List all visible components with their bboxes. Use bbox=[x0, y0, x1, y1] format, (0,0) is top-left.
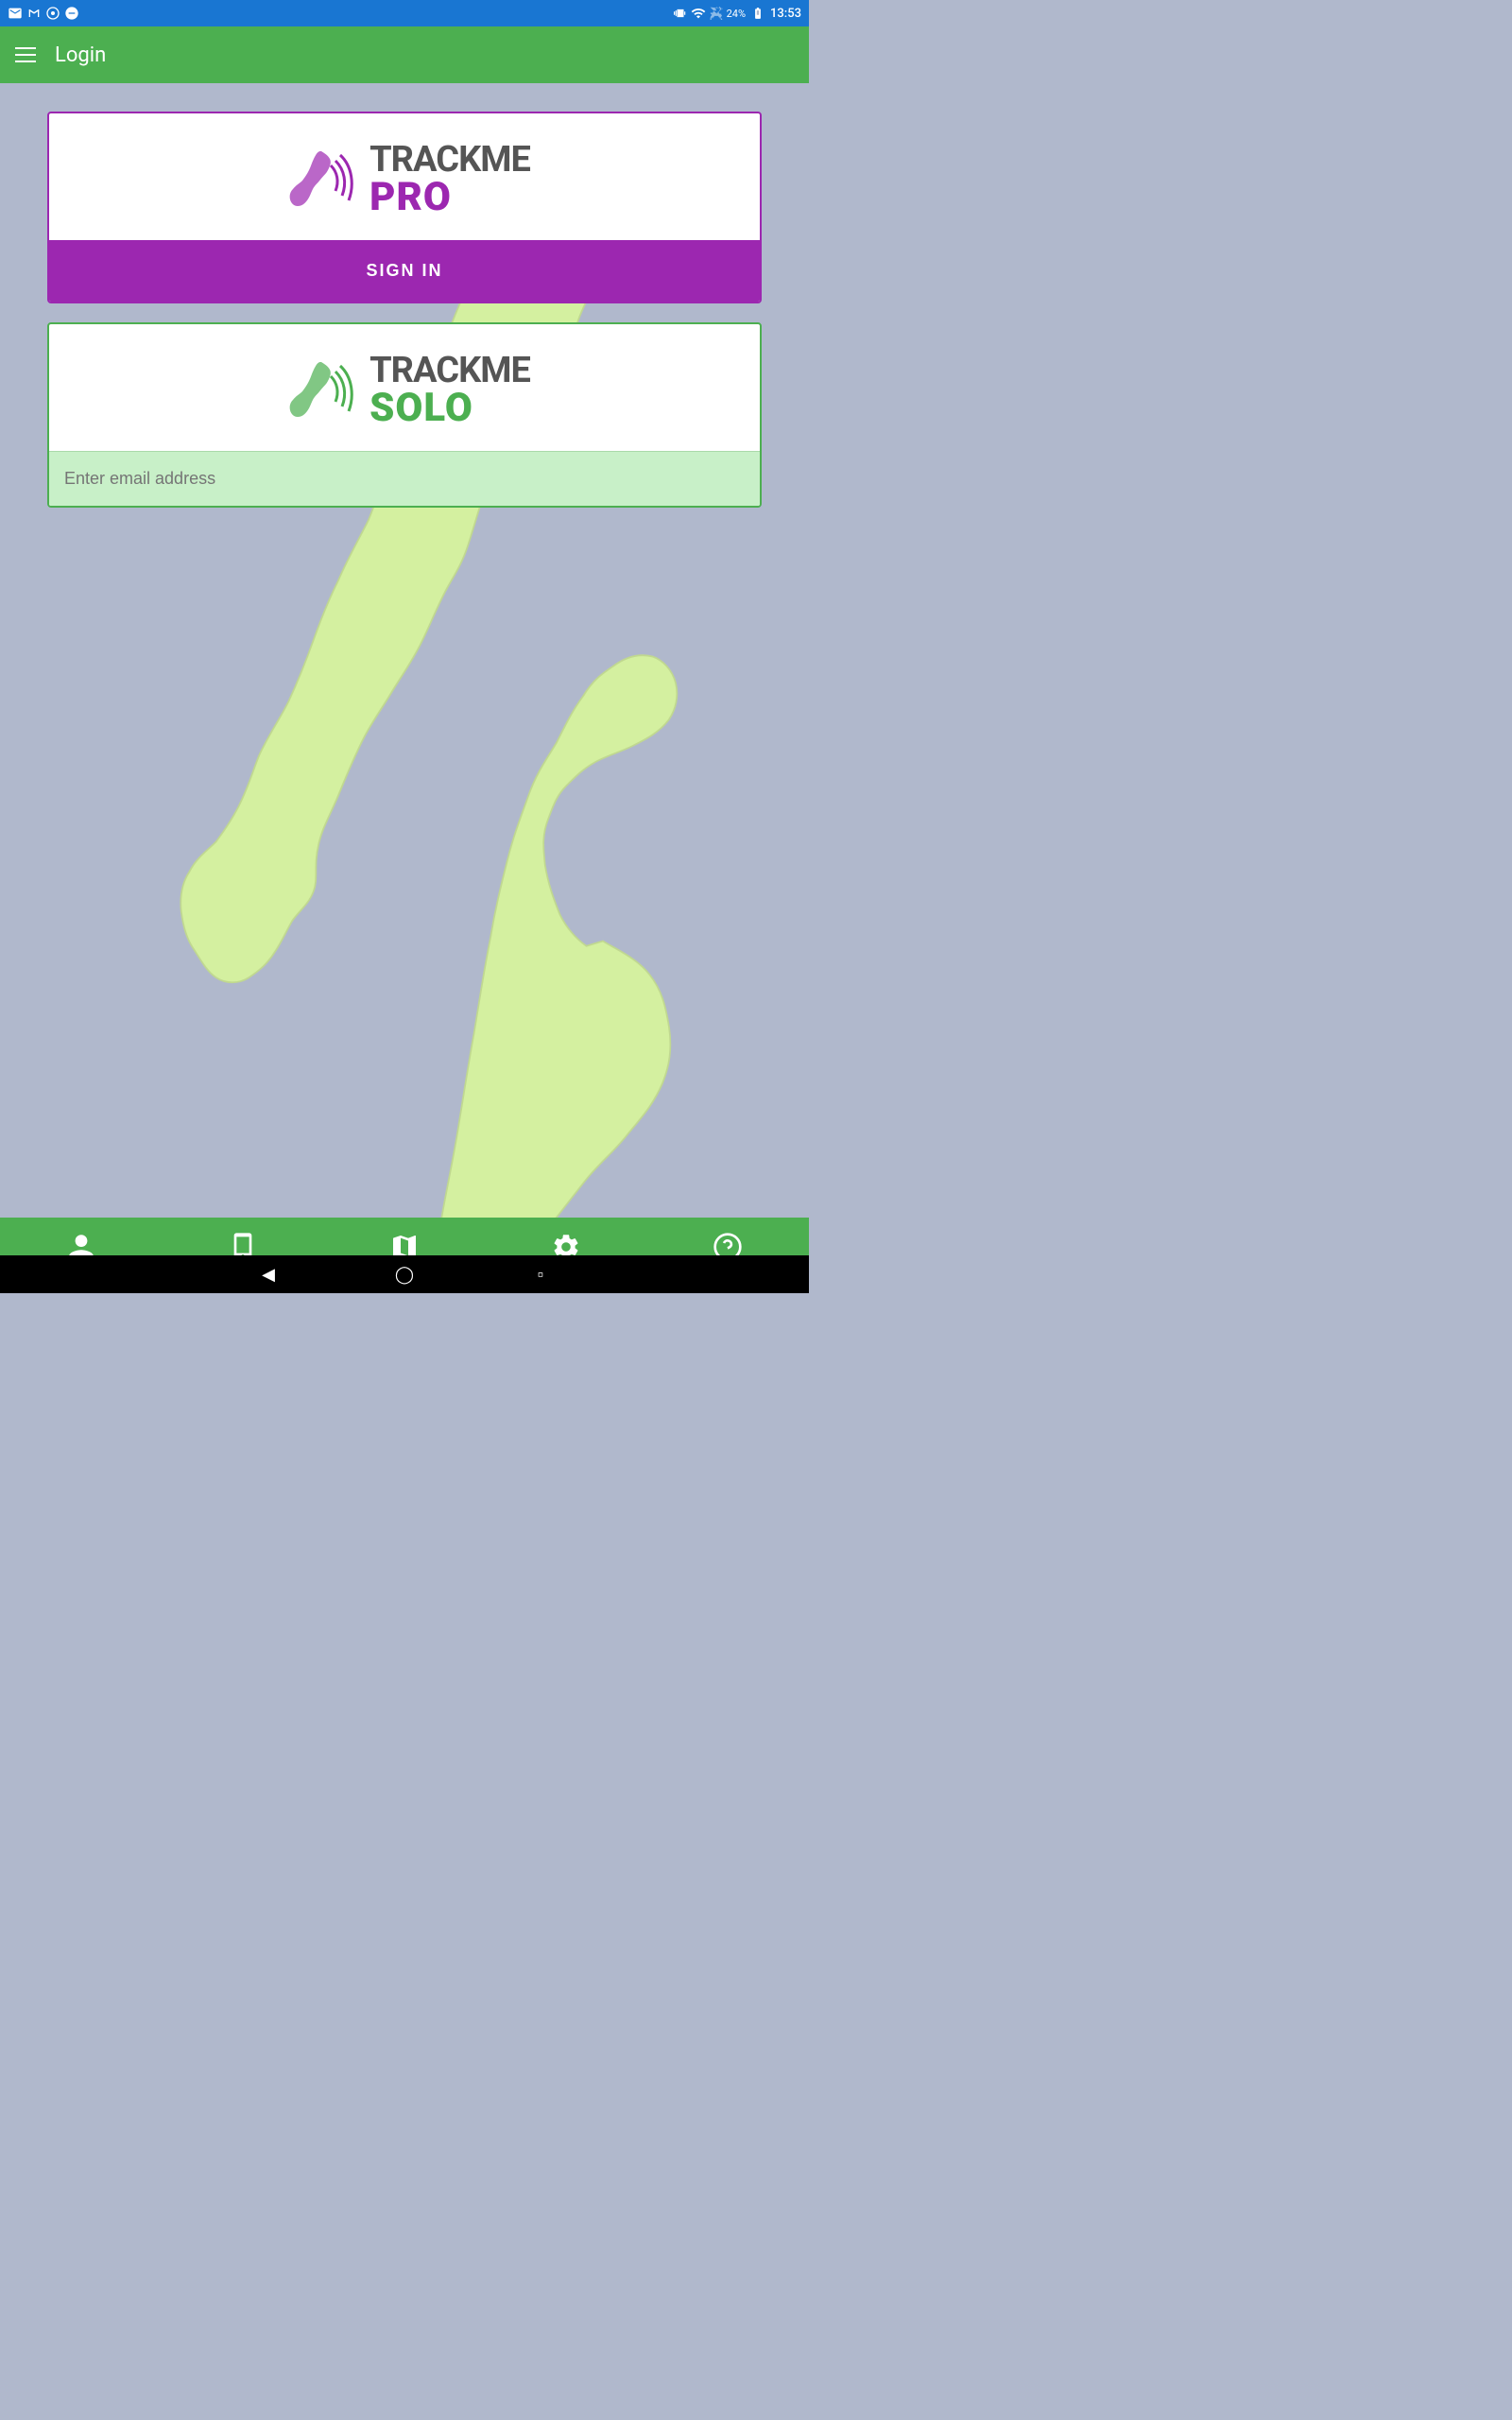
pro-product-label: PRO bbox=[369, 178, 530, 217]
sign-in-button[interactable]: SIGN IN bbox=[49, 240, 760, 302]
dnd-icon bbox=[64, 6, 79, 21]
app-bar: Login bbox=[0, 26, 809, 83]
time-display: 13:53 bbox=[770, 7, 801, 21]
system-nav-bar: ◀ ◯ ▫ bbox=[0, 1255, 809, 1293]
mail-icon bbox=[8, 6, 23, 21]
recents-button[interactable]: ▫ bbox=[529, 1263, 552, 1286]
trackme-pro-card: TRACKME PRO SIGN IN bbox=[47, 112, 762, 303]
pro-text: TRACKME PRO bbox=[369, 142, 530, 217]
status-bar-left bbox=[8, 6, 79, 21]
solo-product-label: SOLO bbox=[369, 389, 530, 428]
pro-brand-name: TRACKME bbox=[369, 142, 530, 178]
back-button[interactable]: ◀ bbox=[257, 1263, 280, 1286]
status-bar: 24% 13:53 bbox=[0, 0, 809, 26]
wifi-icon bbox=[691, 6, 706, 21]
solo-logo-area: TRACKME SOLO bbox=[49, 324, 760, 451]
page-title: Login bbox=[55, 43, 106, 67]
gmail-icon bbox=[26, 6, 42, 21]
status-bar-right: 24% 13:53 bbox=[674, 6, 801, 21]
pro-logo-area: TRACKME PRO bbox=[49, 113, 760, 240]
solo-text: TRACKME SOLO bbox=[369, 353, 530, 428]
no-signal-icon bbox=[710, 7, 723, 20]
battery-icon bbox=[749, 7, 766, 20]
solo-brand-icon bbox=[279, 353, 354, 428]
solo-brand-name: TRACKME bbox=[369, 353, 530, 389]
menu-button[interactable] bbox=[15, 47, 36, 62]
photos-icon bbox=[45, 6, 60, 21]
home-button[interactable]: ◯ bbox=[393, 1263, 416, 1286]
trackme-solo-card: TRACKME SOLO bbox=[47, 322, 762, 508]
email-input[interactable] bbox=[49, 451, 760, 506]
pro-brand-icon bbox=[279, 142, 354, 217]
battery-text: 24% bbox=[727, 8, 746, 20]
vibrate-icon bbox=[674, 7, 687, 20]
content-area: TRACKME PRO SIGN IN TRACKME SOLO bbox=[0, 83, 809, 1218]
